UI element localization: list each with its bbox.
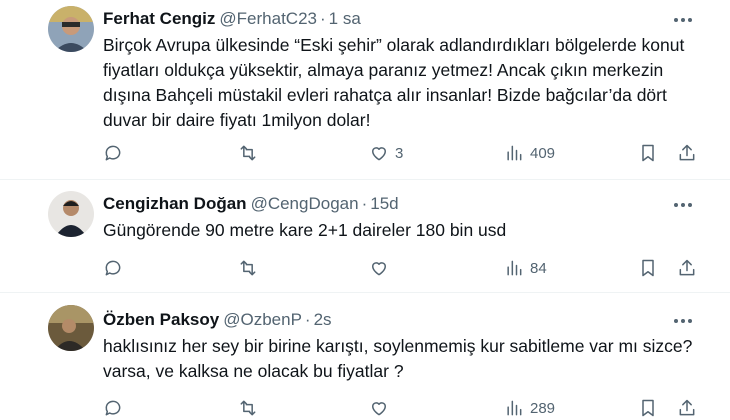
timestamp[interactable]: 2s [314, 310, 332, 329]
user-handle[interactable]: @FerhatC23 [219, 9, 317, 28]
more-icon [674, 18, 692, 22]
action-bar: 289 [103, 395, 698, 420]
bookmark-button[interactable] [638, 255, 658, 281]
more-button[interactable] [672, 9, 694, 31]
like-button[interactable] [369, 255, 395, 281]
separator-dot: · [319, 9, 326, 28]
timestamp[interactable]: 1 sa [329, 9, 361, 28]
retweet-button[interactable] [238, 395, 258, 420]
views-icon [507, 260, 522, 276]
separator-dot: · [361, 194, 368, 213]
tweet-header: Cengizhan Doğan @CengDogan · 15d [103, 193, 399, 215]
action-bar: 84 [103, 255, 698, 281]
more-icon [674, 203, 692, 207]
bookmark-icon [642, 259, 654, 277]
avatar[interactable] [48, 305, 94, 351]
like-icon [372, 402, 386, 416]
tweet-2[interactable]: Cengizhan Doğan @CengDogan · 15d Güngörende… [0, 180, 730, 292]
more-button[interactable] [672, 194, 694, 216]
tweet-header: Ferhat Cengiz @FerhatC23 · 1 sa [103, 8, 361, 30]
like-icon [372, 262, 386, 276]
like-button[interactable]: 3 [369, 140, 403, 166]
display-name[interactable]: Cengizhan Doğan [103, 194, 247, 213]
bookmark-button[interactable] [638, 395, 658, 420]
retweet-icon [240, 400, 256, 416]
share-icon [679, 399, 695, 416]
share-button[interactable] [677, 395, 697, 420]
bookmark-icon [642, 399, 654, 417]
views-button[interactable]: 84 [504, 255, 547, 281]
reply-icon [105, 400, 121, 416]
retweet-icon [240, 145, 256, 161]
view-count: 84 [530, 259, 547, 277]
tweet-header: Özben Paksoy @OzbenP · 2s [103, 309, 332, 331]
reply-icon [105, 145, 121, 161]
display-name[interactable]: Ferhat Cengiz [103, 9, 215, 28]
reply-icon [105, 260, 121, 276]
reply-button[interactable] [103, 140, 123, 166]
like-button[interactable] [369, 395, 395, 420]
tweet-text: haklısınız her sey bir birine karıştı, s… [103, 336, 693, 381]
user-handle[interactable]: @CengDogan [251, 194, 359, 213]
reply-button[interactable] [103, 255, 123, 281]
tweet-text: Birçok Avrupa ülkesinde “Eski şehir” ola… [103, 35, 685, 130]
retweet-button[interactable] [238, 255, 258, 281]
reply-button[interactable] [103, 395, 123, 420]
like-count: 3 [395, 144, 404, 162]
avatar[interactable] [48, 191, 94, 237]
bookmark-icon [642, 144, 654, 162]
share-icon [679, 259, 695, 276]
views-icon [507, 145, 522, 161]
view-count: 409 [530, 144, 556, 162]
more-button[interactable] [672, 310, 694, 332]
retweet-button[interactable] [238, 140, 258, 166]
retweet-icon [240, 260, 256, 276]
separator-dot: · [304, 310, 311, 329]
share-button[interactable] [677, 140, 697, 166]
display-name[interactable]: Özben Paksoy [103, 310, 219, 329]
bookmark-button[interactable] [638, 140, 658, 166]
share-icon [679, 144, 695, 161]
like-icon [372, 147, 386, 161]
tweet-text: Güngörende 90 metre kare 2+1 daireler 18… [103, 220, 507, 240]
tweet-1[interactable]: Ferhat Cengiz @FerhatC23 · 1 sa Birçok Avru… [0, 0, 730, 180]
user-handle[interactable]: @OzbenP [223, 310, 302, 329]
views-button[interactable]: 289 [504, 395, 555, 420]
timestamp[interactable]: 15d [370, 194, 398, 213]
action-bar: 3 409 [103, 140, 698, 166]
avatar[interactable] [48, 6, 94, 52]
view-count: 289 [530, 399, 556, 417]
views-icon [507, 400, 522, 416]
views-button[interactable]: 409 [504, 140, 555, 166]
tweet-3[interactable]: Özben Paksoy @OzbenP · 2s haklısınız her se… [0, 293, 730, 420]
share-button[interactable] [677, 255, 697, 281]
more-icon [674, 319, 692, 323]
